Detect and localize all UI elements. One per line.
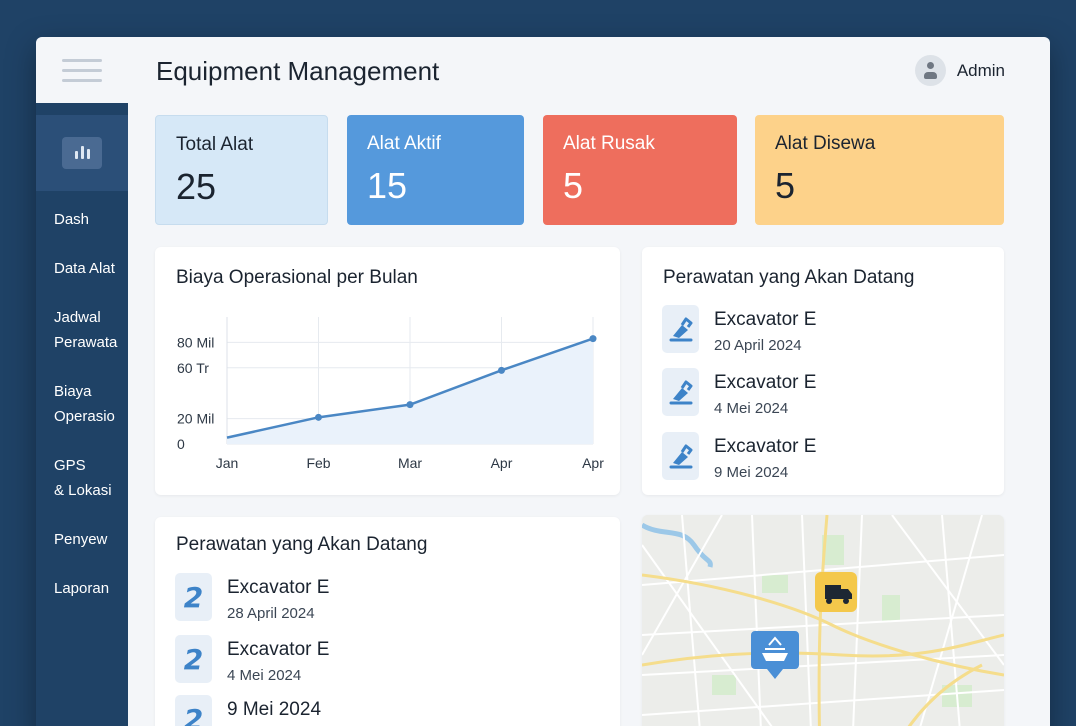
maintenance-date: 20 April 2024 bbox=[714, 337, 802, 354]
equipment-name: Excavator E bbox=[227, 577, 330, 598]
equipment-name: Excavator E bbox=[714, 436, 817, 457]
stat-value: 5 bbox=[563, 165, 584, 206]
card-title: Perawatan yang Akan Datang bbox=[176, 534, 428, 555]
sidebar-item-chart[interactable] bbox=[36, 115, 128, 191]
stat-card-alat-disewa[interactable]: Alat Disewa 5 bbox=[755, 115, 1004, 225]
sidebar-item-dash[interactable]: Dash bbox=[54, 207, 128, 232]
excavator-icon bbox=[662, 305, 699, 353]
user-menu[interactable]: Admin bbox=[914, 55, 1005, 86]
excavator-icon bbox=[662, 432, 699, 480]
x-tick-label: Feb bbox=[306, 455, 330, 471]
upcoming-maintenance-card: Perawatan yang Akan Datang Excavator E 2… bbox=[642, 247, 1004, 495]
stat-value: 25 bbox=[176, 166, 217, 207]
page-title: Equipment Management bbox=[156, 56, 440, 86]
list-item[interactable]: 2 9 Mei 2024 bbox=[175, 695, 321, 726]
gps-map[interactable] bbox=[642, 515, 1004, 726]
equipment-name: Excavator E bbox=[714, 372, 817, 393]
wrench-icon: 2 bbox=[175, 635, 212, 683]
x-tick-label: Apr bbox=[491, 455, 513, 471]
cost-chart-card: 0 20 Mil 60 Tr 80 Mil Jan Feb Mar Apr Apr Biaya … bbox=[155, 247, 620, 495]
stat-label: Alat Disewa bbox=[775, 133, 876, 154]
equipment-name: 9 Mei 2024 bbox=[227, 699, 322, 720]
data-point bbox=[315, 413, 322, 421]
x-tick-label: Jan bbox=[216, 455, 239, 471]
y-tick-label: 60 Tr bbox=[177, 360, 209, 376]
list-item[interactable]: Excavator E 4 Mei 2024 bbox=[662, 368, 816, 417]
list-item[interactable]: 2 Excavator E 28 April 2024 bbox=[175, 573, 329, 622]
sidebar-item-jadwal-perawatan[interactable]: Jadwal Perawata bbox=[54, 305, 128, 355]
map-canvas bbox=[642, 515, 1004, 726]
hamburger-menu-icon[interactable] bbox=[62, 58, 102, 82]
data-point bbox=[589, 335, 597, 343]
list-item[interactable]: Excavator E 9 Mei 2024 bbox=[662, 432, 816, 481]
list-item[interactable]: Excavator E 20 April 2024 bbox=[662, 305, 816, 354]
maintenance-date: 28 April 2024 bbox=[227, 605, 315, 622]
stat-card-alat-rusak[interactable]: Alat Rusak 5 bbox=[543, 115, 737, 225]
x-tick-label: Mar bbox=[398, 455, 422, 471]
stat-value: 15 bbox=[367, 165, 408, 206]
stat-label: Alat Aktif bbox=[367, 133, 441, 154]
x-tick-label: Apr bbox=[582, 455, 604, 471]
bar-chart-icon bbox=[62, 137, 102, 169]
avatar bbox=[914, 55, 946, 86]
sidebar-item-penyewaan[interactable]: Penyew bbox=[54, 527, 128, 552]
maintenance-date: 4 Mei 2024 bbox=[227, 667, 302, 684]
sidebar: Dash Data Alat Jadwal Perawata Biaya Ope… bbox=[36, 37, 128, 726]
sidebar-item-laporan[interactable]: Laporan bbox=[54, 576, 128, 601]
upcoming-maintenance-card-secondary: Perawatan yang Akan Datang 2 Excavator E… bbox=[155, 517, 620, 726]
sidebar-item-gps-lokasi[interactable]: GPS & Lokasi bbox=[54, 453, 128, 503]
data-point bbox=[406, 401, 414, 409]
data-point bbox=[498, 366, 505, 374]
user-name: Admin bbox=[956, 60, 1005, 80]
sidebar-item-biaya-operasional[interactable]: Biaya Operasio bbox=[54, 379, 128, 429]
stat-label: Total Alat bbox=[176, 134, 254, 155]
equipment-name: Excavator E bbox=[227, 639, 330, 660]
excavator-icon bbox=[662, 368, 699, 416]
wrench-icon: 2 bbox=[175, 695, 212, 726]
y-tick-label: 20 Mil bbox=[177, 411, 214, 427]
maintenance-date: 9 Mei 2024 bbox=[714, 464, 789, 481]
sidebar-header bbox=[36, 37, 128, 103]
stat-value: 5 bbox=[775, 165, 796, 206]
wrench-icon: 2 bbox=[175, 573, 212, 621]
maintenance-date: 4 Mei 2024 bbox=[714, 400, 789, 417]
sidebar-item-data-alat[interactable]: Data Alat bbox=[54, 256, 128, 281]
list-item[interactable]: 2 Excavator E 4 Mei 2024 bbox=[175, 635, 329, 684]
equipment-name: Excavator E bbox=[714, 309, 817, 330]
y-tick-label: 0 bbox=[177, 436, 185, 452]
stat-card-alat-aktif[interactable]: Alat Aktif 15 bbox=[347, 115, 524, 225]
main-content: Equipment Management Admin Total Alat 25… bbox=[128, 37, 1050, 726]
truck-icon bbox=[815, 572, 857, 612]
app-window: Dash Data Alat Jadwal Perawata Biaya Ope… bbox=[36, 37, 1050, 726]
sidebar-nav: Dash Data Alat Jadwal Perawata Biaya Ope… bbox=[36, 207, 128, 601]
stat-label: Alat Rusak bbox=[563, 133, 655, 154]
y-tick-label: 80 Mil bbox=[177, 334, 214, 350]
stat-card-total-alat[interactable]: Total Alat 25 bbox=[155, 115, 328, 225]
cost-chart-title: Biaya Operasional per Bulan bbox=[176, 267, 418, 288]
card-title: Perawatan yang Akan Datang bbox=[663, 267, 915, 288]
